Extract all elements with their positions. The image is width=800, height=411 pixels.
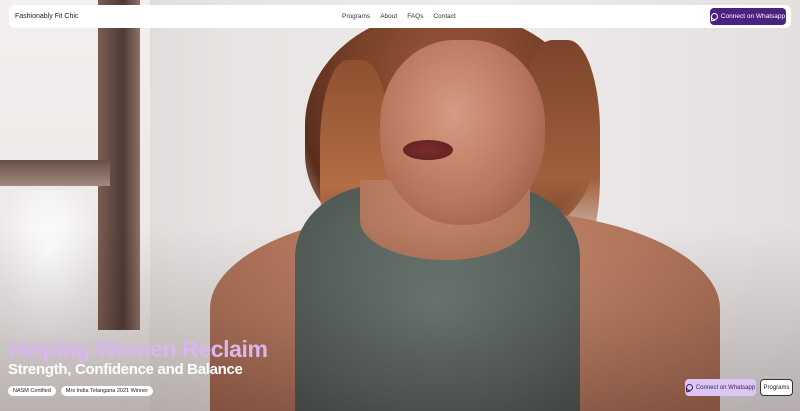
nav-link-faqs[interactable]: FAQs [407, 13, 423, 20]
nav-links: Programs About FAQs Contact [342, 5, 456, 28]
whatsapp-icon [710, 13, 718, 20]
hero-headline: Helping Women Reclaim [8, 336, 268, 362]
hero-connect-whatsapp-button[interactable]: Connect on Whatsapp [685, 379, 756, 396]
connect-whatsapp-button[interactable]: Connect on Whatsapp [710, 8, 786, 25]
nav-link-contact[interactable]: Contact [433, 13, 455, 20]
credential-badges: NASM Certified Mrs India Telangana 2021 … [8, 386, 154, 396]
brand-logo-text[interactable]: Fashionably Fit Chic [15, 13, 78, 20]
top-nav-bar: Fashionably Fit Chic Programs About FAQs… [9, 5, 791, 28]
hero-connect-whatsapp-label: Connect on Whatsapp [695, 384, 756, 391]
hero-programs-button[interactable]: Programs [760, 379, 793, 396]
badge-nasm-certified: NASM Certified [8, 386, 56, 396]
nav-link-about[interactable]: About [380, 13, 397, 20]
hero-subheadline: Strength, Confidence and Balance [8, 361, 243, 378]
hero-cta-row: Connect on Whatsapp Programs [685, 379, 793, 396]
whatsapp-icon [685, 384, 693, 391]
nav-link-programs[interactable]: Programs [342, 13, 370, 20]
connect-whatsapp-label: Connect on Whatsapp [720, 13, 786, 20]
badge-mrs-india-winner: Mrs India Telangana 2021 Winner [60, 386, 154, 396]
